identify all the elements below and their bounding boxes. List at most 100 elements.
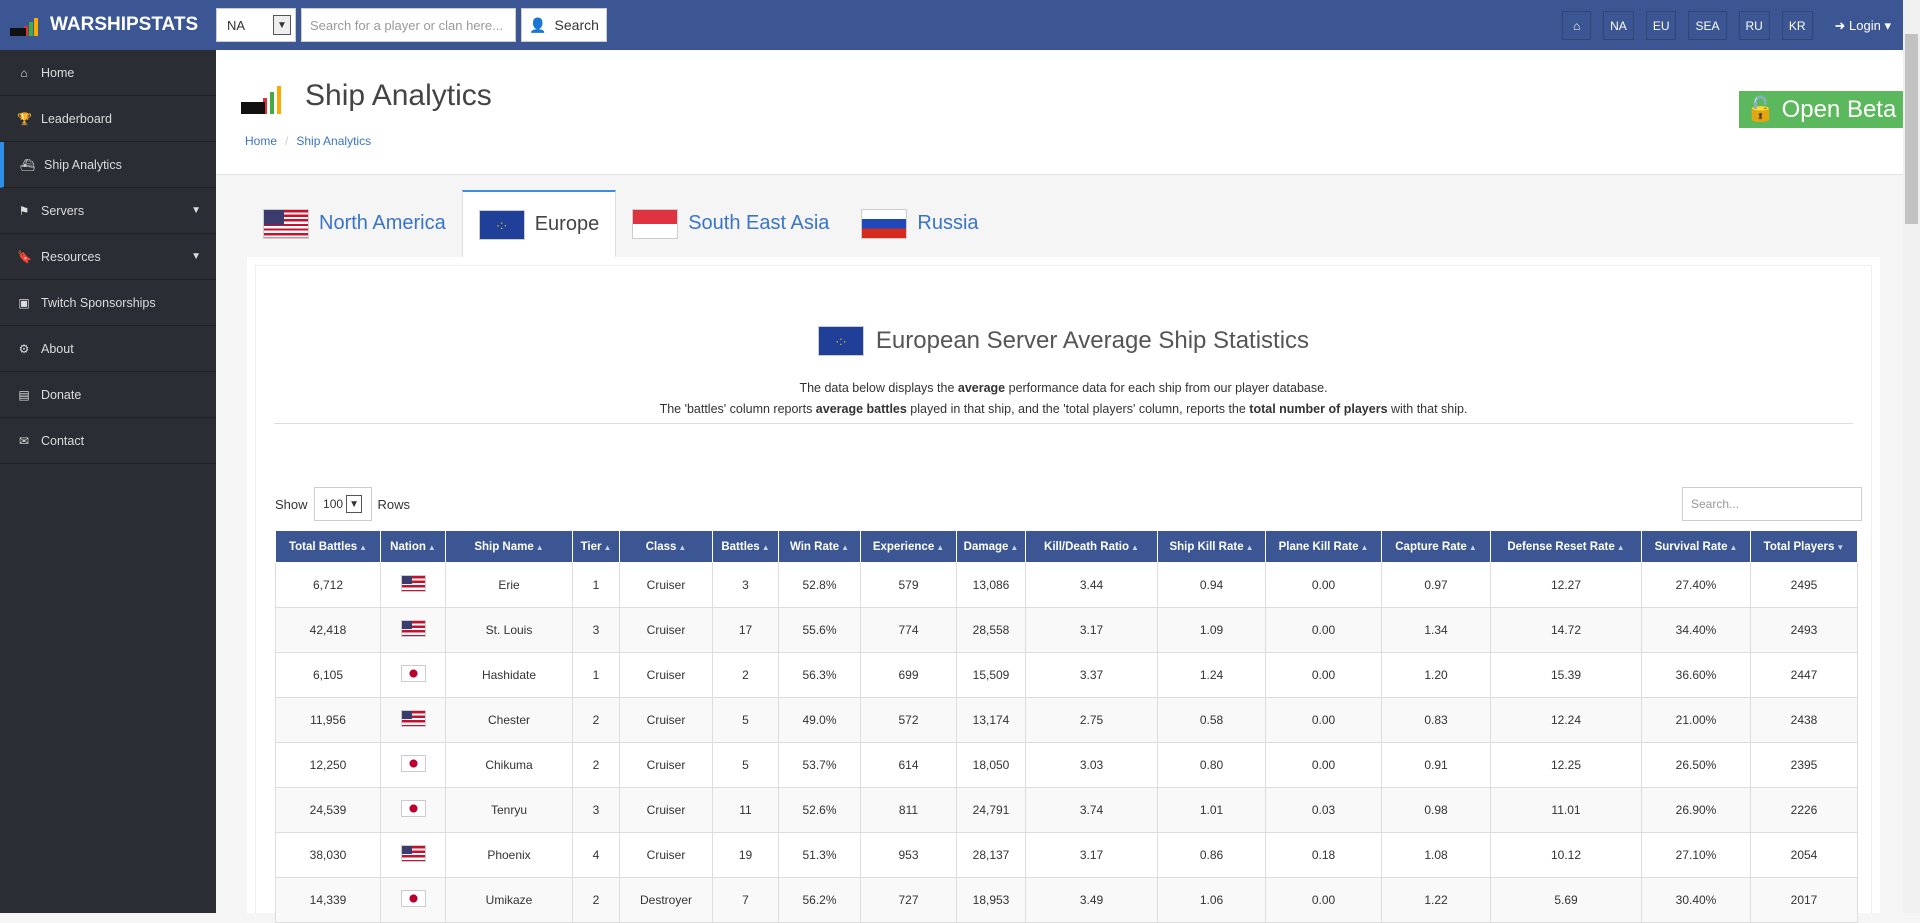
sort-icon[interactable]: ▲ (536, 543, 544, 552)
sort-icon[interactable]: ▲ (428, 543, 436, 552)
column-header-total-players[interactable]: Total Players ▼ (1750, 530, 1858, 563)
scrollbar-thumb[interactable] (1905, 34, 1918, 224)
sort-icon[interactable]: ▼ (1836, 543, 1844, 552)
table-row[interactable]: 6,105 Hashidate 1 Cruiser 2 56.3% 699 15,509 3.3… (275, 652, 1858, 698)
sidebar-item-contact[interactable]: ✉ Contact (0, 418, 216, 464)
sidebar-item-donate[interactable]: ▤ Donate (0, 372, 216, 418)
sort-icon[interactable]: ▲ (1131, 543, 1139, 552)
column-header-battles[interactable]: Battles ▲ (712, 530, 779, 563)
cell-ship-name: Erie (445, 562, 573, 608)
sort-icon[interactable]: ▲ (1360, 543, 1368, 552)
cell-damage: 15,509 (956, 652, 1026, 698)
cell-capture-rate: 1.08 (1381, 832, 1491, 878)
sort-icon[interactable]: ▲ (359, 543, 367, 552)
column-header-defense-reset-rate[interactable]: Defense Reset Rate ▲ (1490, 530, 1642, 563)
cell-survival-rate: 34.40% (1641, 607, 1751, 653)
sort-icon[interactable]: ▲ (841, 543, 849, 552)
sort-icon[interactable]: ▲ (1246, 543, 1254, 552)
sidebar-item-ship-analytics[interactable]: ⛴ Ship Analytics (0, 142, 216, 188)
table-row[interactable]: 12,250 Chikuma 2 Cruiser 5 53.7% 614 18,050 3.03… (275, 742, 1858, 788)
login-dropdown[interactable]: ➜ Login ▾ (1835, 18, 1891, 34)
column-label: Win Rate (789, 540, 840, 553)
cell-kill-death-ratio: 3.17 (1025, 607, 1158, 653)
table-row[interactable]: 24,539 Tenryu 3 Cruiser 11 52.6% 811 24,791 3.74… (275, 787, 1858, 833)
cell-win-rate: 56.3% (778, 652, 861, 698)
sort-icon[interactable]: ▲ (603, 543, 611, 552)
desc-text: played in that ship, and the 'total play… (906, 402, 1250, 416)
tab-europe[interactable]: Europe (461, 190, 617, 257)
cell-experience: 572 (860, 697, 957, 743)
cell-ship-kill-rate: 0.86 (1157, 832, 1266, 878)
sort-icon[interactable]: ▲ (1617, 543, 1625, 552)
column-header-tier[interactable]: Tier ▲ (572, 530, 620, 563)
column-label: Defense Reset Rate (1507, 540, 1615, 553)
cell-win-rate: 51.3% (778, 832, 861, 878)
sort-icon[interactable]: ▲ (762, 543, 770, 552)
cell-nation (380, 697, 446, 743)
column-header-survival-rate[interactable]: Survival Rate ▲ (1641, 530, 1751, 563)
region-select-value: NA (227, 17, 246, 33)
player-search-input[interactable]: Search for a player or clan here... (301, 8, 516, 42)
nav-ru[interactable]: RU (1738, 11, 1770, 40)
column-header-total-battles[interactable]: Total Battles ▲ (275, 530, 381, 563)
sidebar-item-twitch-sponsorships[interactable]: ▣ Twitch Sponsorships (0, 280, 216, 326)
nav-home-button[interactable]: ⌂ (1562, 11, 1592, 40)
nav-eu[interactable]: EU (1645, 11, 1677, 40)
breadcrumb-ship-analytics[interactable]: Ship Analytics (296, 134, 371, 148)
sidebar-item-about[interactable]: ⚙ About (0, 326, 216, 372)
column-header-win-rate[interactable]: Win Rate ▲ (778, 530, 861, 563)
table-row[interactable]: 11,956 Chester 2 Cruiser 5 49.0% 572 13,174 2.75… (275, 697, 1858, 743)
region-select[interactable]: NA ▼ (216, 8, 296, 42)
rows-per-page-select[interactable]: 100 ▼ (313, 487, 372, 521)
tab-south-east-asia[interactable]: South East Asia (616, 190, 845, 257)
sort-icon[interactable]: ▲ (1010, 543, 1018, 552)
cell-ship-kill-rate: 1.24 (1157, 652, 1266, 698)
brand[interactable]: WARSHIPSTATS (0, 14, 216, 36)
top-navbar: WARSHIPSTATS NA ▼ Search for a player or … (0, 0, 1903, 50)
tab-north-america[interactable]: North America (247, 190, 462, 257)
search-button[interactable]: 👤 Search (521, 8, 607, 42)
column-header-class[interactable]: Class ▲ (619, 530, 713, 563)
cell-experience: 953 (860, 832, 957, 878)
sidebar-item-servers[interactable]: ⚑ Servers ▼ (0, 188, 216, 234)
table-row[interactable]: 42,418 St. Louis 3 Cruiser 17 55.6% 774 28,558 3… (275, 607, 1858, 653)
cell-total-battles: 24,539 (275, 787, 381, 833)
tab-label: Russia (917, 212, 979, 234)
table-search-input[interactable]: Search... (1682, 487, 1862, 521)
column-header-ship-name[interactable]: Ship Name ▲ (445, 530, 573, 563)
page-title: Ship Analytics (305, 79, 492, 112)
cell-damage: 24,791 (956, 787, 1026, 833)
cell-experience: 811 (860, 787, 957, 833)
cell-ship-kill-rate: 0.94 (1157, 562, 1266, 608)
page-scrollbar[interactable] (1903, 0, 1920, 913)
sort-icon[interactable]: ▲ (678, 543, 686, 552)
cell-plane-kill-rate: 0.00 (1265, 697, 1382, 743)
cell-nation (380, 652, 446, 698)
sort-icon[interactable]: ▲ (936, 543, 944, 552)
sidebar-item-resources[interactable]: 🔖 Resources ▼ (0, 234, 216, 280)
tab-russia[interactable]: Russia (845, 190, 994, 257)
table-row[interactable]: 6,712 Erie 1 Cruiser 3 52.8% 579 13,086 3.44 0.94… (275, 562, 1858, 608)
ship-icon: ⛴ (20, 157, 36, 172)
sort-icon[interactable]: ▲ (1729, 543, 1737, 552)
column-header-experience[interactable]: Experience ▲ (860, 530, 957, 563)
table-row[interactable]: 14,339 Umikaze 2 Destroyer 7 56.2% 727 18,953 3.… (275, 877, 1858, 923)
column-header-capture-rate[interactable]: Capture Rate ▲ (1381, 530, 1491, 563)
sidebar-item-leaderboard[interactable]: 🏆 Leaderboard (0, 96, 216, 142)
nav-na[interactable]: NA (1603, 11, 1634, 40)
column-header-ship-kill-rate[interactable]: Ship Kill Rate ▲ (1157, 530, 1266, 563)
column-header-kill-death-ratio[interactable]: Kill/Death Ratio ▲ (1025, 530, 1158, 563)
table-row[interactable]: 38,030 Phoenix 4 Cruiser 19 51.3% 953 28,137 3.1… (275, 832, 1858, 878)
column-header-plane-kill-rate[interactable]: Plane Kill Rate ▲ (1265, 530, 1382, 563)
column-header-damage[interactable]: Damage ▲ (956, 530, 1026, 563)
sg-flag-icon (632, 208, 679, 239)
breadcrumb-home[interactable]: Home (245, 134, 277, 148)
nav-kr[interactable]: KR (1781, 11, 1813, 40)
sort-icon[interactable]: ▲ (1469, 543, 1477, 552)
cell-total-battles: 42,418 (275, 607, 381, 653)
sidebar-item-home[interactable]: ⌂ Home (0, 50, 216, 96)
logo-icon (10, 14, 42, 36)
sidebar-item-label: Donate (41, 387, 82, 402)
nav-sea[interactable]: SEA (1688, 11, 1727, 40)
column-header-nation[interactable]: Nation ▲ (380, 530, 446, 563)
